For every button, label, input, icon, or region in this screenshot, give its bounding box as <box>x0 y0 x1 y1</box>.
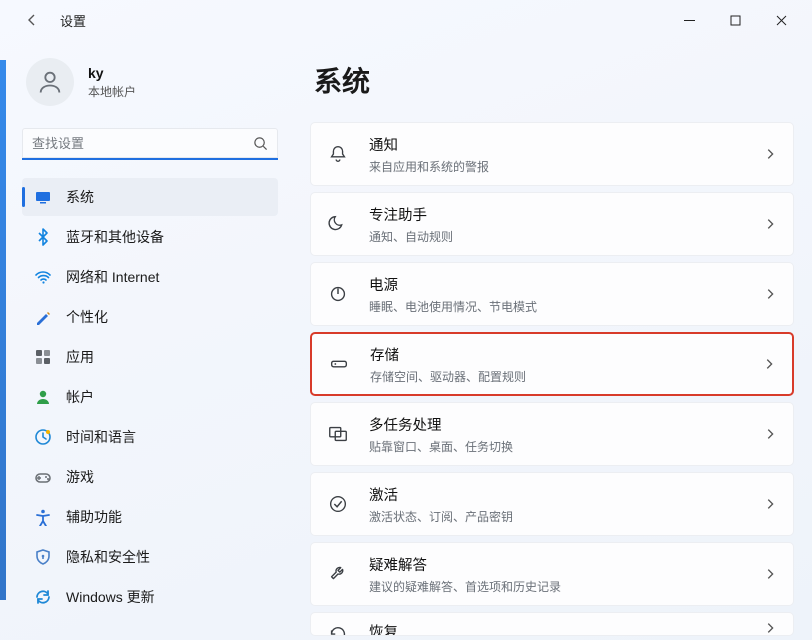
time-icon <box>34 428 52 446</box>
sidebar-item-system[interactable]: 系统 <box>22 178 278 216</box>
settings-window: 设置 ky 本地帐户 <box>0 0 812 640</box>
card-subtitle: 建议的疑难解答、首选项和历史记录 <box>369 578 745 595</box>
sidebar: ky 本地帐户 系统蓝牙和其他设备网络和 Internet 个性化应用帐户时间和语… <box>0 40 300 640</box>
body: ky 本地帐户 系统蓝牙和其他设备网络和 Internet 个性化应用帐户时间和语… <box>0 40 812 640</box>
sidebar-item-label: 应用 <box>66 347 94 367</box>
chevron-right-icon <box>763 287 777 301</box>
system-icon <box>34 188 52 206</box>
recovery-icon <box>325 621 351 636</box>
sidebar-item-label: 蓝牙和其他设备 <box>66 227 164 247</box>
user-name: ky <box>88 65 136 81</box>
setting-card-troubleshoot[interactable]: 疑难解答建议的疑难解答、首选项和历史记录 <box>310 542 794 606</box>
card-subtitle: 贴靠窗口、桌面、任务切换 <box>369 438 745 455</box>
sidebar-item-time[interactable]: 时间和语言 <box>22 418 278 456</box>
gaming-icon <box>34 468 52 486</box>
sidebar-item-gaming[interactable]: 游戏 <box>22 458 278 496</box>
chevron-right-icon <box>763 147 777 161</box>
window-edge-accent <box>0 60 6 600</box>
person-icon <box>36 68 64 96</box>
user-block[interactable]: ky 本地帐户 <box>22 58 278 106</box>
sidebar-item-accounts[interactable]: 帐户 <box>22 378 278 416</box>
card-subtitle: 激活状态、订阅、产品密钥 <box>369 508 745 525</box>
card-title: 恢复 <box>369 621 745 636</box>
setting-card-recovery[interactable]: 恢复 <box>310 612 794 636</box>
apps-icon <box>34 348 52 366</box>
user-subtitle: 本地帐户 <box>88 83 136 100</box>
chevron-right-icon <box>763 497 777 511</box>
sidebar-nav: 系统蓝牙和其他设备网络和 Internet 个性化应用帐户时间和语言游戏辅助功能隐… <box>22 178 278 632</box>
titlebar: 设置 <box>0 0 812 40</box>
maximize-button[interactable] <box>712 4 758 36</box>
sidebar-item-label: 网络和 Internet <box>66 267 159 287</box>
minimize-button[interactable] <box>666 4 712 36</box>
chevron-right-icon <box>762 357 776 371</box>
search-box[interactable] <box>22 128 278 160</box>
wifi-icon <box>34 268 52 286</box>
sidebar-item-wifi[interactable]: 网络和 Internet <box>22 258 278 296</box>
avatar <box>26 58 74 106</box>
main: 系统 通知来自应用和系统的警报专注助手通知、自动规则电源睡眠、电池使用情况、节电… <box>300 40 812 640</box>
search-input[interactable] <box>22 128 278 160</box>
chevron-right-icon <box>763 567 777 581</box>
close-icon <box>776 15 787 26</box>
update-icon <box>34 588 52 606</box>
power-icon <box>325 281 351 307</box>
troubleshoot-icon <box>325 561 351 587</box>
sidebar-item-update[interactable]: Windows 更新 <box>22 578 278 616</box>
sidebar-item-label: 隐私和安全性 <box>66 547 150 567</box>
window-controls <box>666 4 804 36</box>
back-arrow-icon <box>24 12 40 28</box>
sidebar-item-label: Windows 更新 <box>66 587 155 607</box>
sidebar-item-label: 时间和语言 <box>66 427 136 447</box>
page-title: 系统 <box>310 60 796 100</box>
setting-card-multitask[interactable]: 多任务处理贴靠窗口、桌面、任务切换 <box>310 402 794 466</box>
sidebar-item-label: 系统 <box>66 187 94 207</box>
sidebar-item-privacy[interactable]: 隐私和安全性 <box>22 538 278 576</box>
sidebar-item-label: 帐户 <box>66 387 94 407</box>
sidebar-item-apps[interactable]: 应用 <box>22 338 278 376</box>
sidebar-item-label: 个性化 <box>66 307 108 327</box>
bell-icon <box>325 141 351 167</box>
search-icon <box>253 136 268 151</box>
accessibility-icon <box>34 508 52 526</box>
chevron-right-icon <box>763 217 777 231</box>
sidebar-item-personalize[interactable]: 个性化 <box>22 298 278 336</box>
privacy-icon <box>34 548 52 566</box>
personalize-icon <box>34 308 52 326</box>
maximize-icon <box>730 15 741 26</box>
setting-card-moon[interactable]: 专注助手通知、自动规则 <box>310 192 794 256</box>
close-button[interactable] <box>758 4 804 36</box>
sidebar-item-bluetooth[interactable]: 蓝牙和其他设备 <box>22 218 278 256</box>
card-subtitle: 来自应用和系统的警报 <box>369 158 745 175</box>
card-title: 存储 <box>370 344 744 365</box>
card-subtitle: 睡眠、电池使用情况、节电模式 <box>369 298 745 315</box>
card-title: 专注助手 <box>369 204 745 225</box>
card-title: 电源 <box>369 274 745 295</box>
setting-card-activation[interactable]: 激活激活状态、订阅、产品密钥 <box>310 472 794 536</box>
app-title: 设置 <box>60 11 86 30</box>
chevron-right-icon <box>763 427 777 441</box>
setting-card-storage[interactable]: 存储存储空间、驱动器、配置规则 <box>310 332 794 396</box>
bluetooth-icon <box>34 228 52 246</box>
settings-list: 通知来自应用和系统的警报专注助手通知、自动规则电源睡眠、电池使用情况、节电模式存… <box>310 122 796 640</box>
card-title: 通知 <box>369 134 745 155</box>
moon-icon <box>325 211 351 237</box>
accounts-icon <box>34 388 52 406</box>
chevron-right-icon <box>763 621 777 635</box>
card-title: 多任务处理 <box>369 414 745 435</box>
card-subtitle: 存储空间、驱动器、配置规则 <box>370 368 744 385</box>
sidebar-item-accessibility[interactable]: 辅助功能 <box>22 498 278 536</box>
setting-card-power[interactable]: 电源睡眠、电池使用情况、节电模式 <box>310 262 794 326</box>
multitask-icon <box>325 421 351 447</box>
setting-card-bell[interactable]: 通知来自应用和系统的警报 <box>310 122 794 186</box>
sidebar-item-label: 辅助功能 <box>66 507 122 527</box>
activation-icon <box>325 491 351 517</box>
sidebar-item-label: 游戏 <box>66 467 94 487</box>
minimize-icon <box>684 15 695 26</box>
storage-icon <box>326 351 352 377</box>
back-button[interactable] <box>18 6 46 34</box>
card-title: 疑难解答 <box>369 554 745 575</box>
card-title: 激活 <box>369 484 745 505</box>
card-subtitle: 通知、自动规则 <box>369 228 745 245</box>
